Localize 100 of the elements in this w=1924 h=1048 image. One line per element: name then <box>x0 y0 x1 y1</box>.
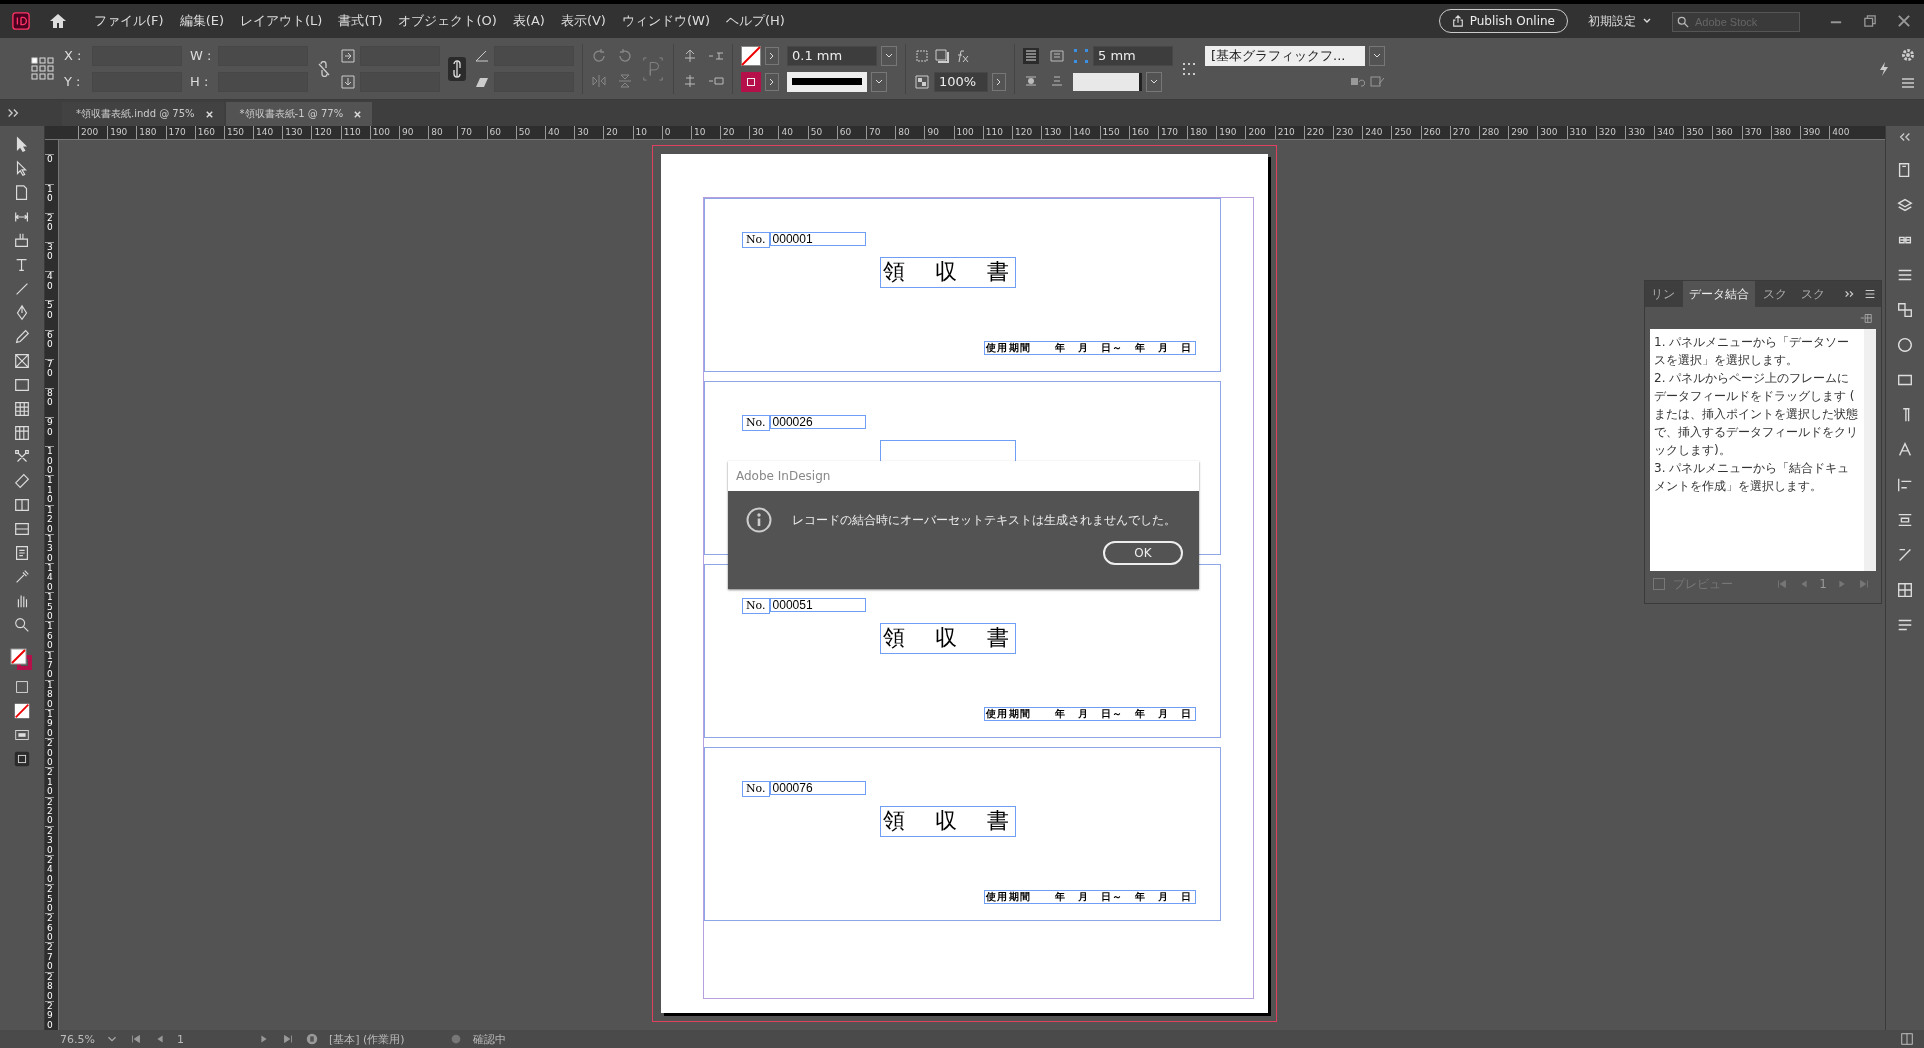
chain-icon[interactable] <box>448 56 466 81</box>
preview-mode-icon[interactable] <box>13 750 31 768</box>
ruler-number: 180 <box>45 679 54 709</box>
chevron-icon[interactable] <box>765 46 779 65</box>
menu-item[interactable]: 表(A) <box>504 12 553 30</box>
chevron-icon[interactable] <box>765 72 779 91</box>
panel-tab[interactable]: スク <box>1795 281 1831 307</box>
collapse-chevron-icon[interactable] <box>1898 130 1912 144</box>
panel-tab[interactable]: データ結合 <box>1683 281 1755 307</box>
ruler-number: 250 <box>1391 126 1421 140</box>
object-style-dropdown[interactable]: [基本グラフィックフ... <box>1205 45 1365 66</box>
rectangle-icon[interactable] <box>13 376 31 394</box>
ruler-number: 90 <box>924 126 954 140</box>
menu-item[interactable]: オブジェクト(O) <box>390 12 505 30</box>
ruler-number: 380 <box>1770 126 1801 140</box>
opacity-icon <box>914 73 930 90</box>
ruler-number: 300 <box>1537 126 1567 140</box>
document-tab[interactable]: *領収書表紙-1 @ 77% <box>225 102 373 126</box>
menu-item[interactable]: レイアウト(L) <box>232 12 331 30</box>
center-lines-icon[interactable] <box>1023 73 1039 89</box>
preview-checkbox[interactable] <box>1653 578 1665 590</box>
feather-icon[interactable] <box>13 520 31 538</box>
panel-tab[interactable]: スク <box>1757 281 1793 307</box>
stroke-swatch-icon[interactable] <box>741 71 761 92</box>
receipt-number: 000001 <box>769 232 866 247</box>
scrollbar[interactable] <box>1864 329 1876 571</box>
document-tab[interactable]: *領収書表紙.indd @ 75% <box>62 102 224 126</box>
menu-item[interactable]: 書式(T) <box>330 12 391 30</box>
text-wrap-icon[interactable] <box>1896 511 1914 529</box>
gradient-icon[interactable] <box>13 496 31 514</box>
table-panel-icon[interactable] <box>1896 581 1914 599</box>
ruler-number: 130 <box>282 126 312 140</box>
workspace-dropdown[interactable]: 初期設定 <box>1582 11 1658 31</box>
zoom-icon[interactable] <box>13 616 31 634</box>
color-swatch-dropdown[interactable] <box>1073 72 1142 91</box>
document-tab-label: *領収書表紙-1 @ 77% <box>239 107 344 121</box>
frame-cross-icon[interactable] <box>13 352 31 370</box>
ruler-number: 130 <box>45 533 54 563</box>
ok-button[interactable]: OK <box>1103 541 1183 565</box>
swatches-icon[interactable] <box>1896 301 1914 319</box>
expand-chevron-icon[interactable] <box>6 106 20 120</box>
reference-point-icon[interactable] <box>30 55 56 82</box>
ruler-number: 170 <box>1157 126 1188 140</box>
grid-icon[interactable] <box>13 424 31 442</box>
ruler-number: 70 <box>457 126 487 140</box>
preflight-status[interactable]: 確認中 <box>472 1031 583 1047</box>
align-middle-icon[interactable] <box>682 73 698 89</box>
ruler-number: 210 <box>1274 126 1304 140</box>
spacing-field[interactable]: 5 mm <box>1093 45 1173 66</box>
note-icon[interactable] <box>13 544 31 562</box>
insert-field-icon[interactable] <box>1859 311 1873 325</box>
ruler-number: 320 <box>1595 126 1625 140</box>
container-icon[interactable] <box>13 678 31 696</box>
menu-icon[interactable] <box>1863 287 1877 301</box>
stroke-weight-field[interactable]: 0.1 mm <box>787 45 877 66</box>
object-style-icon <box>1181 60 1197 77</box>
ruler-number: 80 <box>45 387 54 418</box>
ruler-number: 140 <box>1070 126 1100 140</box>
home-icon[interactable] <box>48 11 68 31</box>
menu-item[interactable]: 編集(E) <box>171 12 232 30</box>
transform-icon[interactable] <box>13 472 31 490</box>
drop-shadow-icon[interactable] <box>934 47 950 64</box>
style-dropdown[interactable]: [基本] (作業用) <box>328 1031 439 1047</box>
apply-none-icon[interactable] <box>13 702 31 720</box>
ruler-number: 150 <box>45 592 54 622</box>
menu-item[interactable]: ファイル(F) <box>86 12 172 30</box>
ruler-number: 200 <box>78 126 108 140</box>
ruler-number: 210 <box>45 767 54 797</box>
align-lines-icon[interactable] <box>1023 48 1039 64</box>
ruler-number: 230 <box>1333 126 1363 140</box>
page-number-field[interactable]: 1 <box>176 1032 247 1046</box>
fill-none-swatch-icon[interactable] <box>741 45 761 66</box>
ruler-number: 220 <box>1303 126 1334 140</box>
ruler-number: 230 <box>45 825 54 855</box>
align-icon[interactable] <box>1896 476 1914 494</box>
fill-stroke-swatch-icon[interactable] <box>10 648 34 672</box>
close-icon[interactable] <box>204 109 214 119</box>
layers-stack-icon[interactable] <box>1896 196 1914 214</box>
stroke-type-dropdown[interactable] <box>787 71 867 92</box>
menu-item[interactable]: ヘルプ(H) <box>717 12 793 30</box>
color-icon[interactable] <box>1896 336 1914 354</box>
ruler-number: 280 <box>45 971 54 1001</box>
close-icon[interactable] <box>353 109 363 119</box>
align-top-icon[interactable] <box>682 48 698 64</box>
open-page-icon[interactable] <box>304 1032 319 1046</box>
opacity-field[interactable]: 100% <box>934 71 988 92</box>
menu-item[interactable]: 表示(V) <box>552 12 614 30</box>
chevron-icon[interactable] <box>992 72 1006 91</box>
ruler-number: 160 <box>45 621 54 651</box>
document-tab-label: *領収書表紙.indd @ 75% <box>76 107 195 121</box>
instruction-text: 1. パネルメニューから「データソースを選択」を選択します。 <box>1654 334 1851 369</box>
panel-toggle-icon[interactable] <box>1900 1032 1914 1046</box>
settings-icon[interactable] <box>1900 46 1916 63</box>
panel-tab[interactable]: リン <box>1645 281 1681 307</box>
ruler-number: 80 <box>895 126 925 140</box>
unlink-icon[interactable] <box>316 60 332 77</box>
table-icon[interactable] <box>13 400 31 418</box>
menu-item[interactable]: ウィンドウ(W) <box>613 12 718 30</box>
zoom-level[interactable]: 76.5% <box>60 1032 95 1046</box>
pencil-icon[interactable] <box>13 328 31 346</box>
